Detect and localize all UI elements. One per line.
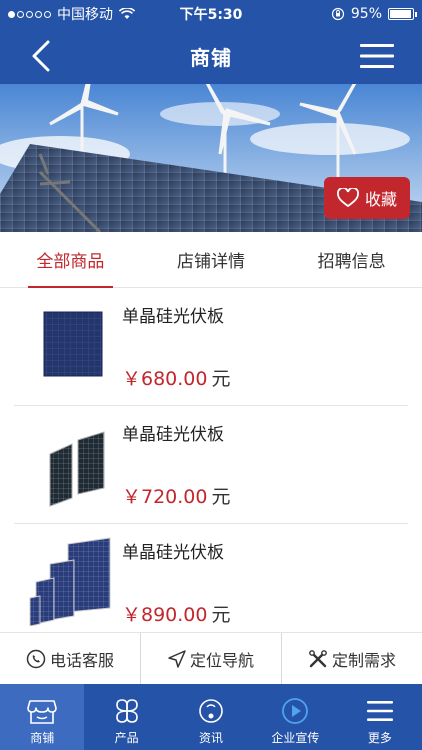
- orientation-lock-icon: [331, 7, 344, 21]
- product-price-row: ￥890.00 元: [122, 600, 231, 627]
- favorite-label: 收藏: [364, 190, 397, 209]
- bottom-nav: 商铺 产品 资讯 企业宣传 更多: [0, 684, 422, 750]
- chevron-left-icon[interactable]: [26, 38, 56, 74]
- tools-icon: [309, 649, 327, 667]
- header: 商铺: [0, 28, 422, 84]
- store-icon: [27, 700, 58, 724]
- product-item[interactable]: 单晶硅光伏板 ￥680.00 元: [14, 288, 408, 406]
- product-image: [43, 311, 103, 377]
- favorite-button[interactable]: 收藏: [324, 177, 410, 219]
- product-item[interactable]: 单晶硅光伏板 ￥890.00 元: [14, 524, 408, 642]
- nav-item-more[interactable]: 更多: [338, 684, 422, 750]
- phone-icon: [26, 649, 46, 668]
- action-bar: 电话客服 定位导航 定制需求: [0, 632, 422, 684]
- nav-item-news[interactable]: 资讯: [169, 684, 253, 750]
- product-name: 单晶硅光伏板: [122, 307, 224, 327]
- phone-service-button[interactable]: 电话客服: [0, 633, 140, 684]
- clover-icon: [115, 699, 138, 723]
- signal-icon: [8, 10, 51, 18]
- custom-request-label: 定制需求: [331, 650, 396, 670]
- price-unit: 元: [211, 604, 231, 626]
- status-time: 下午5:30: [179, 7, 243, 23]
- carrier-info: 中国移动: [8, 4, 135, 24]
- tab-shop-details[interactable]: 店铺详情: [141, 232, 282, 287]
- heart-icon: [337, 188, 359, 208]
- nav-label: 更多: [367, 731, 392, 745]
- location-navigation-button[interactable]: 定位导航: [140, 633, 281, 684]
- product-image: [49, 431, 105, 507]
- phone-service-label: 电话客服: [49, 650, 114, 670]
- news-icon: [199, 699, 223, 723]
- tab-all-products[interactable]: 全部商品: [0, 232, 141, 288]
- battery-percent: 95%: [350, 6, 382, 22]
- battery-icon: [388, 8, 417, 20]
- product-name: 单晶硅光伏板: [122, 543, 224, 563]
- product-price: ￥890.00: [122, 604, 208, 626]
- price-unit: 元: [211, 368, 231, 390]
- product-price-row: ￥680.00 元: [122, 364, 231, 391]
- product-list: 单晶硅光伏板 ￥680.00 元 单晶硅光伏板 ￥720.00 元 单晶硅光伏板…: [0, 288, 422, 642]
- nav-item-promotion[interactable]: 企业宣传: [253, 684, 337, 750]
- price-unit: 元: [211, 486, 231, 508]
- page-title: 商铺: [190, 45, 232, 70]
- location-navigation-label: 定位导航: [189, 650, 254, 670]
- product-price: ￥720.00: [122, 486, 208, 508]
- product-price: ￥680.00: [122, 368, 208, 390]
- hamburger-menu-icon[interactable]: [360, 42, 394, 70]
- carrier-name: 中国移动: [57, 7, 113, 23]
- status-bar: 中国移动 下午5:30 95%: [0, 0, 422, 28]
- product-name: 单晶硅光伏板: [122, 425, 224, 445]
- shop-tabs: 全部商品 店铺详情 招聘信息: [0, 232, 422, 288]
- nav-item-shop[interactable]: 商铺: [0, 684, 85, 750]
- play-icon: [282, 698, 309, 724]
- nav-label: 企业宣传: [271, 731, 320, 745]
- nav-item-products[interactable]: 产品: [84, 684, 168, 750]
- nav-label: 资讯: [199, 731, 224, 745]
- nav-label: 产品: [114, 731, 139, 745]
- custom-request-button[interactable]: 定制需求: [281, 633, 422, 684]
- product-image: [29, 537, 111, 626]
- nav-label: 商铺: [30, 731, 55, 745]
- wifi-icon: [119, 8, 135, 19]
- navigation-arrow-icon: [168, 649, 186, 668]
- product-item[interactable]: 单晶硅光伏板 ￥720.00 元: [14, 406, 408, 524]
- more-menu-icon: [366, 701, 393, 721]
- tab-recruitment[interactable]: 招聘信息: [281, 232, 422, 287]
- product-price-row: ￥720.00 元: [122, 482, 231, 509]
